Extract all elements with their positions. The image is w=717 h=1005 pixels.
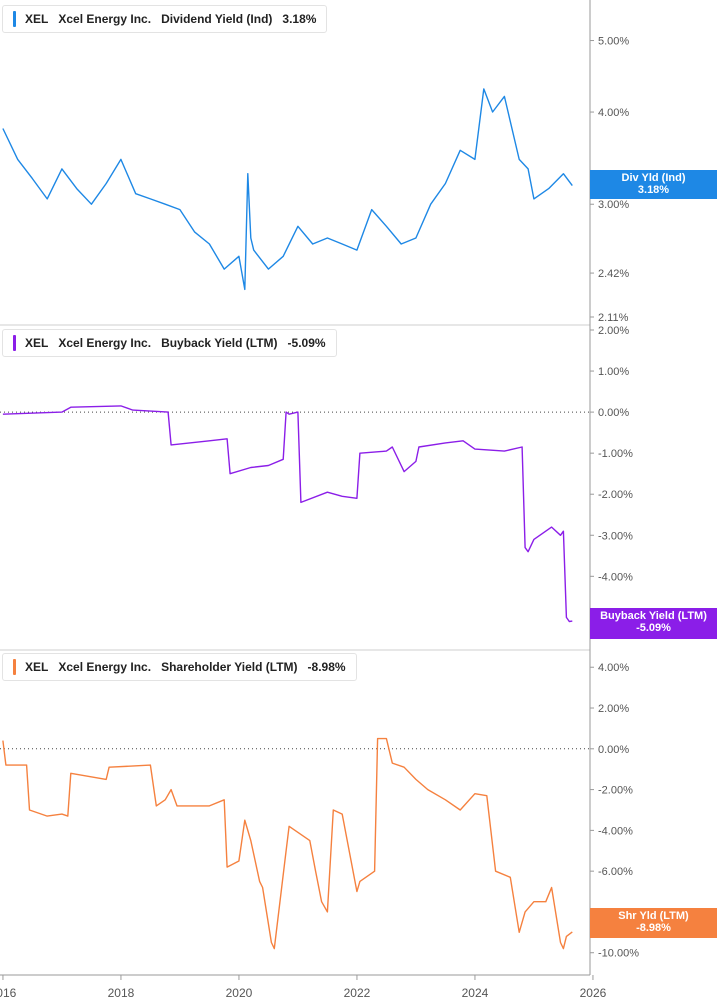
x-tick-label: 2026: [580, 986, 607, 1000]
legend-ticker: XEL: [25, 660, 49, 674]
y-tick-label: -2.00%: [598, 489, 633, 501]
x-tick-label: 2018: [108, 986, 135, 1000]
legend-metric: Dividend Yield (Ind): [161, 12, 273, 26]
badge-label: Buyback Yield (LTM): [600, 610, 707, 622]
series-color-swatch: [13, 659, 16, 675]
y-tick-label: 0.00%: [598, 744, 629, 756]
y-tick-label: 5.00%: [598, 36, 629, 48]
y-tick-label: -6.00%: [598, 866, 633, 878]
legend-buyback-yield: XEL Xcel Energy Inc. Buyback Yield (LTM)…: [2, 329, 337, 357]
legend-metric: Buyback Yield (LTM): [161, 336, 278, 350]
y-tick-label: 2.00%: [598, 325, 629, 337]
series-color-swatch: [13, 335, 16, 351]
y-tick-label: -3.00%: [598, 530, 633, 542]
x-tick-label: 2016: [0, 986, 17, 1000]
legend-ticker: XEL: [25, 12, 49, 26]
y-tick-label: 4.00%: [598, 662, 629, 674]
legend-metric: Shareholder Yield (LTM): [161, 660, 298, 674]
series-line-0: [2, 88, 573, 291]
badge-label: Shr Yld (LTM): [618, 910, 689, 922]
y-tick-label: 2.00%: [598, 703, 629, 715]
series-color-swatch: [13, 11, 16, 27]
legend-ticker: XEL: [25, 336, 49, 350]
badge-value: -5.09%: [636, 622, 671, 634]
y-tick-label: -4.00%: [598, 571, 633, 583]
badge-label: Div Yld (Ind): [621, 172, 686, 184]
badge-value: 3.18%: [637, 184, 670, 196]
badge-shareholder-yield: Shr Yld (LTM) -8.98%: [590, 908, 717, 938]
y-tick-label: -4.00%: [598, 825, 633, 837]
series-line-2: [2, 737, 573, 950]
badge-dividend-yield: Div Yld (Ind) 3.18%: [590, 170, 717, 199]
series-line-1: [2, 405, 573, 623]
legend-company: Xcel Energy Inc.: [58, 660, 152, 674]
badge-value: -8.98%: [636, 922, 671, 934]
legend-value: 3.18%: [282, 12, 317, 26]
y-tick-label: 0.00%: [598, 407, 629, 419]
y-tick-label: 4.00%: [598, 107, 629, 119]
y-tick-label: 2.11%: [598, 312, 629, 324]
x-tick-label: 2024: [462, 986, 489, 1000]
legend-shareholder-yield: XEL Xcel Energy Inc. Shareholder Yield (…: [2, 653, 357, 681]
legend-value: -5.09%: [287, 336, 326, 350]
y-tick-label: -2.00%: [598, 785, 633, 797]
y-tick-label: 3.00%: [598, 199, 629, 211]
y-tick-label: 1.00%: [598, 366, 629, 378]
y-tick-label: 2.42%: [598, 268, 629, 280]
x-tick-label: 2022: [344, 986, 371, 1000]
badge-buyback-yield: Buyback Yield (LTM) -5.09%: [590, 608, 717, 639]
y-tick-label: -1.00%: [598, 448, 633, 460]
x-tick-label: 2020: [226, 986, 253, 1000]
legend-value: -8.98%: [307, 660, 346, 674]
chart-canvas: 5.00%4.00%3.00%2.42%2.11%2.00%1.00%0.00%…: [0, 0, 639, 1000]
legend-dividend-yield: XEL Xcel Energy Inc. Dividend Yield (Ind…: [2, 5, 328, 33]
legend-company: Xcel Energy Inc.: [58, 12, 152, 26]
y-tick-label: -10.00%: [598, 948, 639, 960]
legend-company: Xcel Energy Inc.: [58, 336, 152, 350]
